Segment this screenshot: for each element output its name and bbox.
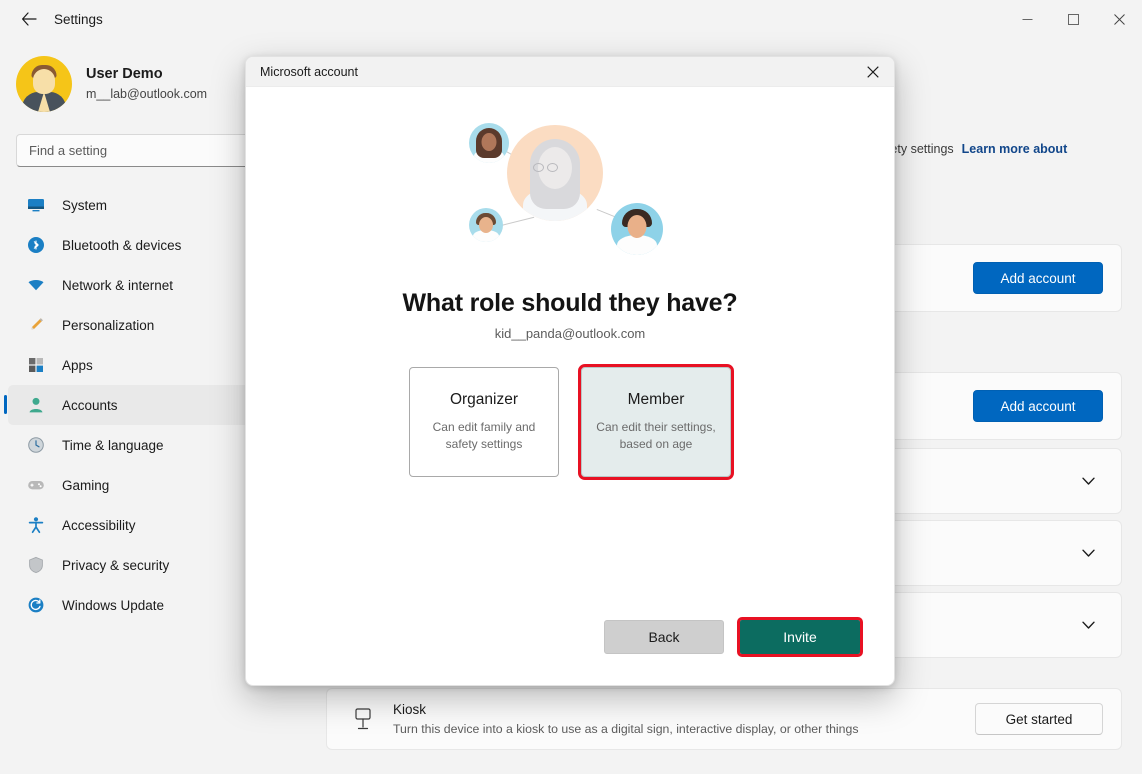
avatar-center	[507, 125, 603, 221]
shield-icon	[24, 554, 48, 576]
wifi-icon	[24, 274, 48, 296]
kiosk-row[interactable]: Kiosk Turn this device into a kiosk to u…	[326, 688, 1122, 750]
dialog-titlebar: Microsoft account	[246, 57, 894, 87]
kiosk-display-icon	[349, 708, 377, 730]
apps-grid-icon	[24, 354, 48, 376]
sidebar-item-label: Privacy & security	[62, 557, 170, 573]
minimize-icon	[1022, 18, 1032, 20]
close-button[interactable]	[1096, 0, 1142, 38]
close-icon	[1113, 13, 1125, 25]
role-title: Member	[627, 391, 685, 408]
avatar-member-3	[611, 203, 663, 255]
dialog-heading: What role should they have?	[402, 289, 738, 317]
chevron-down-icon[interactable]	[1073, 610, 1103, 640]
back-button[interactable]	[12, 4, 46, 34]
search-placeholder: Find a setting	[29, 143, 108, 158]
profile-name: User Demo	[86, 66, 163, 82]
clock-icon	[24, 434, 48, 456]
arrow-left-icon	[22, 12, 37, 26]
maximize-button[interactable]	[1050, 0, 1096, 38]
invite-button[interactable]: Invite	[737, 617, 863, 657]
monitor-icon	[24, 194, 48, 216]
dialog-close-button[interactable]	[852, 57, 894, 87]
microsoft-account-dialog: Microsoft account What role should they …	[245, 56, 895, 686]
kiosk-description: Turn this device into a kiosk to use as …	[393, 722, 859, 736]
minimize-button[interactable]	[1004, 0, 1050, 38]
role-title: Organizer	[449, 391, 519, 408]
add-account-button[interactable]: Add account	[973, 390, 1103, 422]
sidebar-item-label: Network & internet	[62, 277, 174, 293]
update-icon	[24, 594, 48, 616]
chevron-down-icon[interactable]	[1073, 466, 1103, 496]
settings-window: Settings User Demo m__lab@outlook.com Fi…	[0, 0, 1142, 774]
profile-email: m__lab@outlook.com	[86, 87, 208, 101]
avatar-member-1	[469, 123, 509, 163]
kiosk-title: Kiosk	[393, 702, 427, 717]
avatar-member-2	[469, 208, 503, 242]
dialog-title: Microsoft account	[260, 64, 358, 79]
chevron-down-icon[interactable]	[1073, 538, 1103, 568]
add-account-button[interactable]: Add account	[973, 262, 1103, 294]
window-controls	[1004, 0, 1142, 38]
maximize-icon	[1067, 13, 1079, 25]
role-description: Can edit family and safety settings	[432, 420, 536, 451]
sidebar-item-label: Windows Update	[62, 597, 165, 613]
person-icon	[24, 394, 48, 416]
sidebar-item-label: Accessibility	[62, 517, 136, 533]
sidebar-item-label: Gaming	[62, 477, 110, 493]
gamepad-icon	[24, 474, 48, 496]
accessibility-icon	[24, 514, 48, 536]
sidebar-item-label: Time & language	[62, 437, 164, 453]
family-network-illustration	[445, 113, 695, 263]
sidebar-item-label: Personalization	[62, 317, 155, 333]
window-title: Settings	[54, 11, 103, 27]
dialog-footer: Back Invite	[604, 617, 863, 657]
back-button-dialog[interactable]: Back	[604, 620, 724, 654]
dialog-subheading: kid__panda@outlook.com	[494, 326, 646, 341]
close-icon	[867, 65, 879, 78]
bluetooth-icon	[24, 234, 48, 256]
role-description: Can edit their settings, based on age	[596, 420, 716, 451]
sidebar-item-label: Accounts	[62, 397, 118, 413]
get-started-button[interactable]: Get started	[975, 703, 1103, 735]
learn-more-link[interactable]: Learn more about	[962, 142, 1068, 156]
role-options: Organizer Can edit family and safety sett…	[409, 364, 734, 480]
avatar	[16, 56, 72, 112]
paintbrush-icon	[24, 314, 48, 336]
window-titlebar: Settings	[0, 0, 1142, 38]
role-option-member[interactable]: Member Can edit their settings, based on …	[578, 364, 734, 480]
sidebar-item-label: Apps	[62, 357, 93, 373]
sidebar-item-label: Bluetooth & devices	[62, 237, 182, 253]
info-text: afety settings Learn more about	[880, 142, 1067, 156]
dialog-body: What role should they have? kid__panda@o…	[246, 87, 894, 685]
sidebar-item-label: System	[62, 197, 108, 213]
role-option-organizer[interactable]: Organizer Can edit family and safety sett…	[409, 367, 559, 477]
